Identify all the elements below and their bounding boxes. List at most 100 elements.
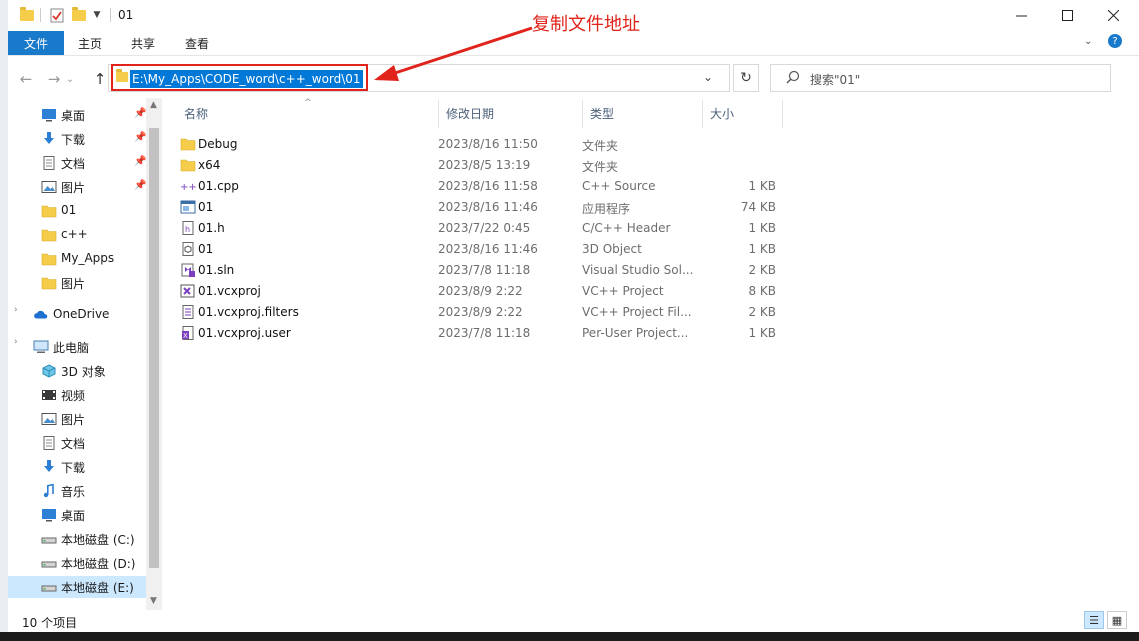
new-folder-icon[interactable]: [70, 6, 88, 24]
separator: [110, 8, 111, 22]
column-type[interactable]: 类型: [590, 98, 614, 128]
scroll-up-icon[interactable]: ▲: [150, 100, 157, 110]
column-separator[interactable]: [582, 100, 583, 128]
annotation-label: 复制文件地址: [532, 14, 640, 35]
column-separator[interactable]: [702, 100, 703, 128]
svg-text:++: ++: [180, 182, 196, 193]
sidebar-item[interactable]: 本地磁盘 (D:): [8, 552, 154, 574]
file-row[interactable]: 01 2023/8/16 11:46 应用程序 74 KB: [170, 197, 790, 218]
address-dropdown-icon[interactable]: ⌄: [703, 70, 713, 84]
expand-this-pc-icon[interactable]: ›: [14, 337, 18, 347]
file-date: 2023/8/16 11:46: [438, 242, 538, 256]
customize-toolbar-icon[interactable]: ▼: [90, 6, 104, 24]
refresh-button[interactable]: ↻: [733, 64, 759, 92]
column-name[interactable]: 名称: [184, 98, 208, 128]
large-icons-view-button[interactable]: ▦: [1107, 611, 1127, 629]
tab-view[interactable]: 查看: [174, 31, 220, 55]
file-name: 01.vcxproj.user: [198, 326, 291, 340]
file-type: C++ Source: [582, 179, 656, 193]
sidebar-item-label: 本地磁盘 (D:): [61, 557, 136, 571]
file-name: Debug: [198, 137, 238, 151]
folder-icon: [41, 276, 57, 290]
expand-onedrive-icon[interactable]: ›: [14, 305, 18, 315]
file-row[interactable]: 01 2023/8/16 11:46 3D Object 1 KB: [170, 239, 790, 260]
music-icon: [41, 484, 57, 498]
file-size: 1 KB: [748, 326, 776, 340]
recent-locations-button[interactable]: ⌄: [64, 68, 76, 90]
file-type: Per-User Project...: [582, 326, 689, 340]
forward-button[interactable]: →: [42, 68, 66, 90]
drive-icon: [41, 580, 57, 594]
file-type: Visual Studio Sol...: [582, 263, 694, 277]
sidebar-item[interactable]: 图片 📌: [8, 176, 154, 198]
sidebar-item[interactable]: 01: [8, 200, 154, 222]
3d-objects-icon: [41, 364, 57, 378]
sidebar-item-label: c++: [61, 227, 88, 241]
file-row[interactable]: h 01.h 2023/7/22 0:45 C/C++ Header 1 KB: [170, 218, 790, 239]
file-row[interactable]: X 01.vcxproj.user 2023/7/8 11:18 Per-User P…: [170, 323, 790, 344]
sidebar-item[interactable]: 下载 📌: [8, 128, 154, 150]
onedrive-icon: [33, 308, 49, 322]
file-row[interactable]: x64 2023/8/5 13:19 文件夹: [170, 155, 790, 176]
pin-icon[interactable]: 📌: [134, 132, 146, 143]
sidebar-item[interactable]: 桌面: [8, 504, 154, 526]
sidebar-item[interactable]: 下载: [8, 456, 154, 478]
help-icon[interactable]: ?: [1108, 34, 1122, 48]
folder-icon: [41, 204, 57, 218]
maximize-button[interactable]: [1044, 0, 1090, 31]
file-row[interactable]: ++ 01.cpp 2023/8/16 11:58 C++ Source 1 KB: [170, 176, 790, 197]
file-type: 文件夹: [582, 160, 619, 174]
sidebar-item-label: 视频: [61, 389, 86, 403]
pin-icon[interactable]: 📌: [134, 108, 146, 119]
sidebar-item[interactable]: 文档 📌: [8, 152, 154, 174]
file-row[interactable]: Debug 2023/8/16 11:50 文件夹: [170, 134, 790, 155]
sidebar-scroll-thumb[interactable]: [149, 128, 159, 568]
sidebar-item[interactable]: c++: [8, 224, 154, 246]
drive-icon: [41, 556, 57, 570]
column-date[interactable]: 修改日期: [446, 98, 494, 128]
desktop-icon: [41, 108, 57, 122]
search-icon: [786, 70, 800, 87]
file-row[interactable]: 01.vcxproj.filters 2023/8/9 2:22 VC++ Proj…: [170, 302, 790, 323]
file-name: 01.vcxproj.filters: [198, 305, 299, 319]
column-separator[interactable]: [782, 100, 783, 128]
minimize-button[interactable]: [998, 0, 1044, 31]
pin-icon[interactable]: 📌: [134, 156, 146, 167]
svg-text:X: X: [183, 332, 188, 340]
file-type: VC++ Project: [582, 284, 664, 298]
sidebar-item[interactable]: 桌面 📌: [8, 104, 154, 126]
column-separator[interactable]: [438, 100, 439, 128]
file-date: 2023/7/8 11:18: [438, 326, 531, 340]
properties-icon[interactable]: [48, 6, 66, 24]
search-placeholder: 搜索"01": [810, 73, 861, 87]
sidebar-item[interactable]: 视频: [8, 384, 154, 406]
sidebar-item-label: 01: [61, 203, 77, 217]
sidebar-item[interactable]: 本地磁盘 (E:): [8, 576, 154, 598]
sidebar-item[interactable]: 文档: [8, 432, 154, 454]
tab-share[interactable]: 共享: [120, 31, 166, 55]
file-row[interactable]: 01.vcxproj 2023/8/9 2:22 VC++ Project 8 KB: [170, 281, 790, 302]
scroll-down-icon[interactable]: ▼: [150, 596, 157, 606]
sidebar-item[interactable]: 此电脑: [8, 336, 154, 358]
details-view-button[interactable]: ☰: [1084, 611, 1104, 629]
sidebar-item[interactable]: 3D 对象: [8, 360, 154, 382]
sidebar-item[interactable]: OneDrive: [8, 304, 154, 326]
taskbar-edge: [0, 632, 1139, 641]
pin-icon[interactable]: 📌: [134, 180, 146, 191]
file-name: 01.sln: [198, 263, 235, 277]
tab-file[interactable]: 文件: [8, 31, 64, 55]
highlight-box: [111, 64, 368, 91]
cpp-file-icon: ++: [180, 179, 197, 194]
column-size[interactable]: 大小: [710, 98, 734, 128]
sidebar-item[interactable]: 图片: [8, 408, 154, 430]
sidebar-item[interactable]: 图片: [8, 272, 154, 294]
sidebar-item[interactable]: 音乐: [8, 480, 154, 502]
file-row[interactable]: 01.sln 2023/7/8 11:18 Visual Studio Sol...…: [170, 260, 790, 281]
tab-home[interactable]: 主页: [68, 31, 112, 55]
ribbon-expand-icon[interactable]: ⌄: [1084, 36, 1092, 47]
sidebar-item[interactable]: My_Apps: [8, 248, 154, 270]
back-button[interactable]: ←: [14, 68, 38, 90]
close-button[interactable]: [1090, 0, 1136, 31]
video-icon: [41, 388, 57, 402]
sidebar-item[interactable]: 本地磁盘 (C:): [8, 528, 154, 550]
